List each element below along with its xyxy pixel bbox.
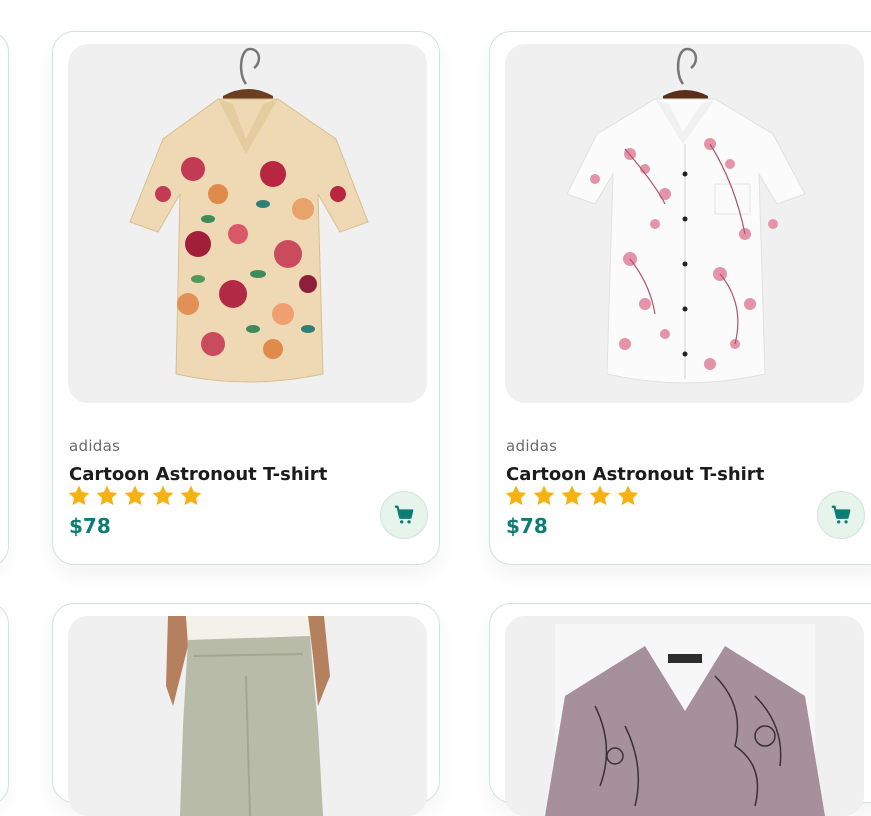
product-card[interactable]: adidas Cartoon Astronout T-shirt $78 — [489, 31, 871, 565]
product-image[interactable] — [68, 616, 427, 816]
star-icon — [589, 485, 611, 506]
star-icon — [505, 485, 527, 506]
product-card-partial-left-top[interactable] — [0, 31, 9, 567]
product-image[interactable] — [68, 44, 427, 403]
star-icon — [180, 485, 202, 506]
add-to-cart-button[interactable] — [817, 491, 865, 539]
star-icon — [617, 485, 639, 506]
product-title[interactable]: Cartoon Astronout T-shirt — [69, 464, 327, 485]
star-icon — [124, 485, 146, 506]
printed-top-image — [505, 616, 864, 816]
shopping-cart-icon — [394, 505, 414, 524]
product-image[interactable] — [505, 616, 864, 816]
product-price: $78 — [69, 514, 111, 538]
floral-shirt-image — [129, 47, 369, 383]
product-title[interactable]: Cartoon Astronout T-shirt — [506, 464, 764, 485]
star-icon — [68, 485, 90, 506]
star-icon — [561, 485, 583, 506]
star-icon — [96, 485, 118, 506]
star-icon — [152, 485, 174, 506]
shopping-cart-icon — [831, 505, 851, 524]
product-price: $78 — [506, 514, 548, 538]
product-image[interactable] — [505, 44, 864, 403]
product-card[interactable] — [489, 603, 871, 816]
trousers-model-image — [68, 616, 427, 816]
blossom-shirt-image — [566, 47, 806, 384]
product-card-partial-left-bottom[interactable] — [0, 603, 9, 805]
product-card[interactable]: adidas Cartoon Astronout T-shirt $78 — [52, 31, 440, 565]
star-rating — [67, 484, 203, 508]
add-to-cart-button[interactable] — [380, 491, 428, 539]
star-rating — [504, 484, 640, 508]
product-brand: adidas — [69, 437, 121, 455]
star-icon — [533, 485, 555, 506]
product-card[interactable] — [52, 603, 440, 816]
product-brand: adidas — [506, 437, 558, 455]
